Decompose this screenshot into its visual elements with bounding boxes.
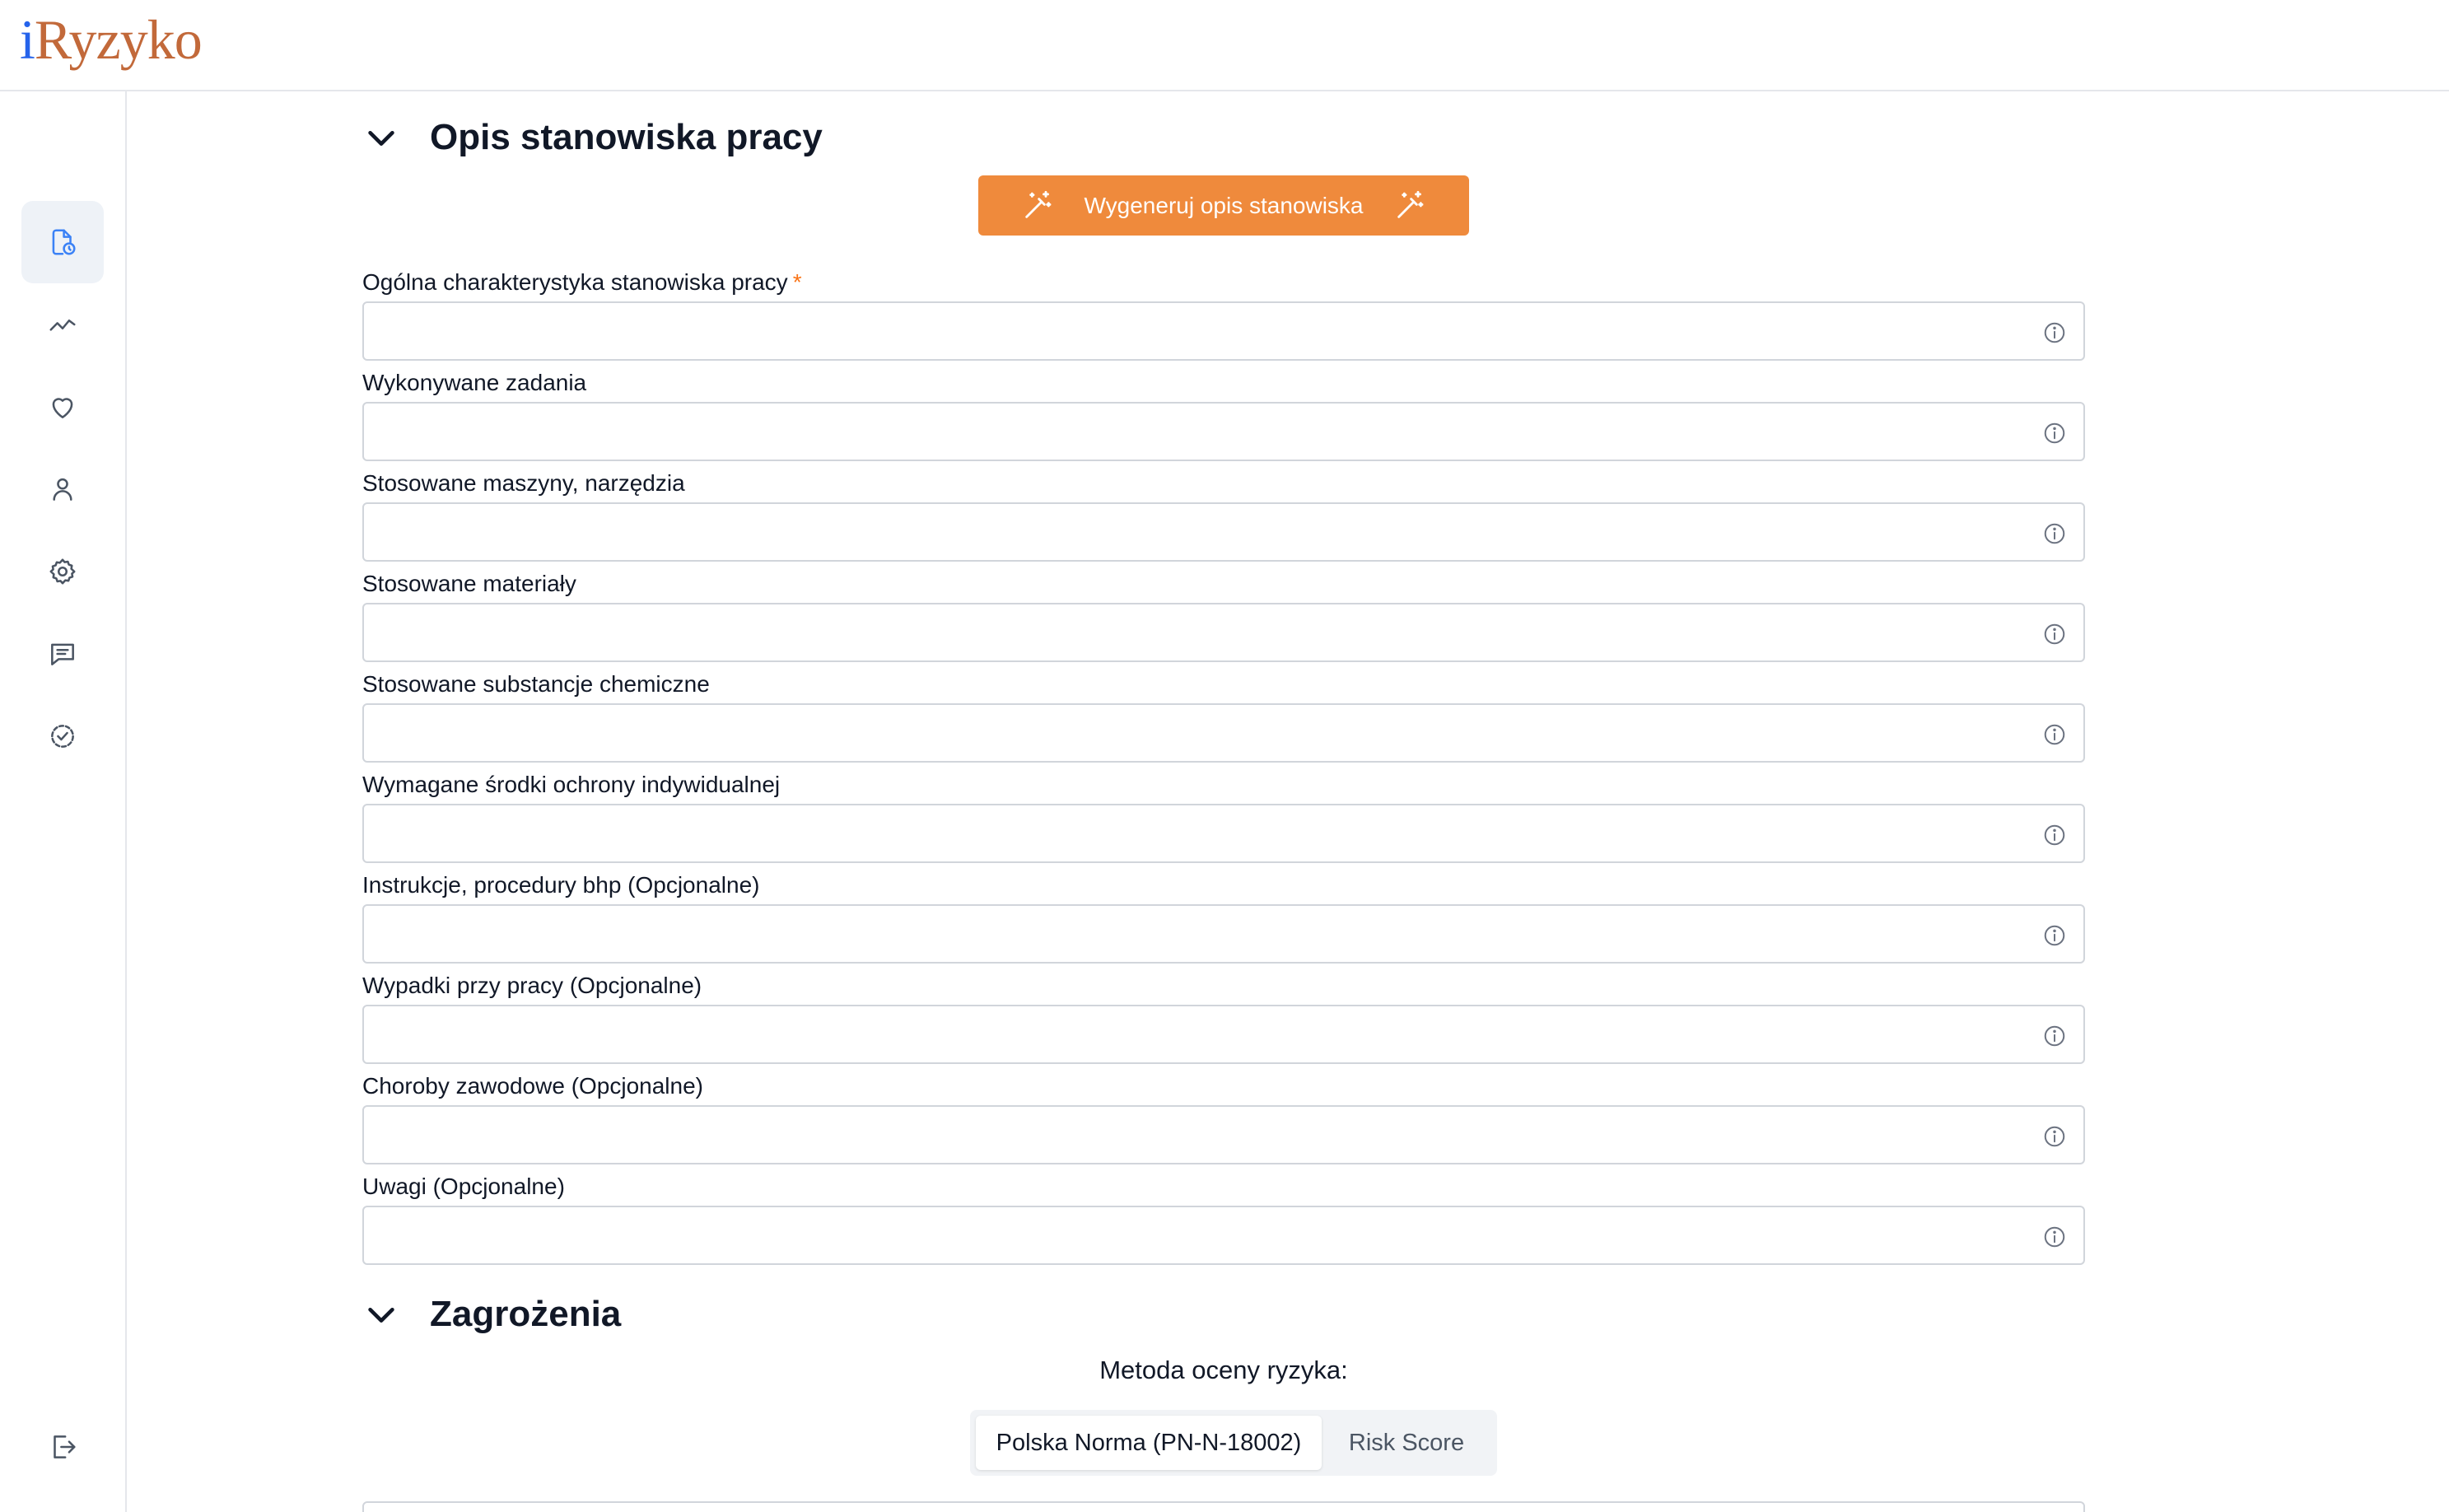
field-label-notes: Uwagi (Opcjonalne) bbox=[362, 1174, 565, 1199]
field-label-diseases: Choroby zawodowe (Opcjonalne) bbox=[362, 1073, 703, 1099]
info-icon[interactable] bbox=[2042, 722, 2067, 747]
sidebar-item-health[interactable] bbox=[21, 366, 104, 448]
field-chemicals bbox=[362, 703, 2085, 763]
field-general-characteristics bbox=[362, 301, 2085, 361]
field-machines-tools bbox=[362, 502, 2085, 562]
info-icon[interactable] bbox=[2042, 823, 2067, 847]
required-mark: * bbox=[792, 269, 802, 295]
field-label-materials: Stosowane materiały bbox=[362, 571, 576, 596]
generate-description-button[interactable]: Wygeneruj opis stanowiska bbox=[978, 175, 1469, 236]
sidebar-item-analytics[interactable] bbox=[21, 283, 104, 366]
section-title-hazards: Zagrożenia bbox=[430, 1294, 622, 1334]
risk-method-selector: Polska Norma (PN-N-18002) Risk Score bbox=[970, 1410, 1497, 1476]
circle-check-icon bbox=[51, 725, 74, 748]
section-header-hazards[interactable]: Zagrożenia bbox=[362, 1291, 621, 1337]
procedures-input[interactable] bbox=[364, 906, 2083, 962]
section-title-description: Opis stanowiska pracy bbox=[430, 117, 823, 157]
accidents-input[interactable] bbox=[364, 1006, 2083, 1062]
sidebar-item-tasks[interactable] bbox=[21, 695, 104, 777]
field-tasks bbox=[362, 402, 2085, 461]
generate-description-label: Wygeneruj opis stanowiska bbox=[1084, 192, 1364, 218]
chevron-down-icon bbox=[368, 130, 394, 146]
user-icon bbox=[53, 478, 72, 501]
chevron-down-icon bbox=[368, 1307, 394, 1323]
field-occupational-diseases bbox=[362, 1105, 2085, 1164]
hazards-table-edge bbox=[362, 1501, 2085, 1512]
gear-icon bbox=[49, 558, 76, 585]
general-characteristics-input[interactable] bbox=[364, 303, 2083, 359]
field-materials bbox=[362, 603, 2085, 662]
tasks-input[interactable] bbox=[364, 404, 2083, 460]
field-ppe bbox=[362, 804, 2085, 863]
occupational-diseases-input[interactable] bbox=[364, 1107, 2083, 1163]
section-header-description[interactable]: Opis stanowiska pracy bbox=[362, 114, 823, 161]
field-procedures bbox=[362, 904, 2085, 964]
info-icon[interactable] bbox=[2042, 1124, 2067, 1149]
main-content: Opis stanowiska pracy Wygeneruj opis sta… bbox=[127, 91, 2449, 1512]
machines-tools-input[interactable] bbox=[364, 504, 2083, 560]
risk-method-label: Metoda oceny ryzyka: bbox=[1099, 1356, 1348, 1384]
info-icon[interactable] bbox=[2042, 320, 2067, 345]
top-bar: iRyzyko bbox=[0, 0, 2449, 91]
method-option-risk-score[interactable]: Risk Score bbox=[1322, 1416, 1491, 1470]
info-icon[interactable] bbox=[2042, 421, 2067, 446]
field-label-tasks: Wykonywane zadania bbox=[362, 370, 587, 395]
notes-input[interactable] bbox=[364, 1207, 2083, 1263]
magic-wand-icon bbox=[1397, 190, 1423, 218]
message-icon bbox=[51, 643, 74, 665]
sidebar-item-user[interactable] bbox=[21, 448, 104, 530]
logo-text: Ryzyko bbox=[34, 8, 203, 71]
field-label-procedures: Instrukcje, procedury bhp (Opcjonalne) bbox=[362, 872, 760, 898]
heart-icon bbox=[52, 398, 73, 418]
field-accidents bbox=[362, 1005, 2085, 1064]
info-icon[interactable] bbox=[2042, 622, 2067, 646]
field-label-ppe: Wymagane środki ochrony indywidualnej bbox=[362, 772, 781, 797]
sidebar-item-settings[interactable] bbox=[21, 530, 104, 613]
sidebar-item-documents[interactable] bbox=[21, 201, 104, 283]
trend-line-icon bbox=[49, 319, 76, 331]
document-clock-icon bbox=[52, 229, 76, 255]
field-label-general: Ogólna charakterystyka stanowiska pracy * bbox=[362, 268, 802, 297]
sidebar bbox=[0, 91, 127, 1512]
logout-icon bbox=[54, 1435, 76, 1458]
magic-wand-icon bbox=[1025, 190, 1052, 218]
app-logo[interactable]: iRyzyko bbox=[20, 5, 203, 74]
info-icon[interactable] bbox=[2042, 1225, 2067, 1249]
sidebar-item-messages[interactable] bbox=[21, 613, 104, 695]
sidebar-item-logout[interactable] bbox=[21, 1406, 104, 1488]
chemicals-input[interactable] bbox=[364, 705, 2083, 761]
logo-prefix: i bbox=[20, 8, 35, 71]
field-label-machines: Stosowane maszyny, narzędzia bbox=[362, 470, 685, 496]
info-icon[interactable] bbox=[2042, 521, 2067, 546]
field-notes bbox=[362, 1206, 2085, 1265]
field-label-accidents: Wypadki przy pracy (Opcjonalne) bbox=[362, 973, 702, 998]
info-icon[interactable] bbox=[2042, 923, 2067, 948]
field-label-text: Ogólna charakterystyka stanowiska pracy bbox=[362, 269, 788, 295]
method-option-pn-n-18002[interactable]: Polska Norma (PN-N-18002) bbox=[976, 1416, 1322, 1470]
materials-input[interactable] bbox=[364, 604, 2083, 660]
info-icon[interactable] bbox=[2042, 1024, 2067, 1048]
field-label-chemicals: Stosowane substancje chemiczne bbox=[362, 671, 710, 697]
ppe-input[interactable] bbox=[364, 805, 2083, 861]
